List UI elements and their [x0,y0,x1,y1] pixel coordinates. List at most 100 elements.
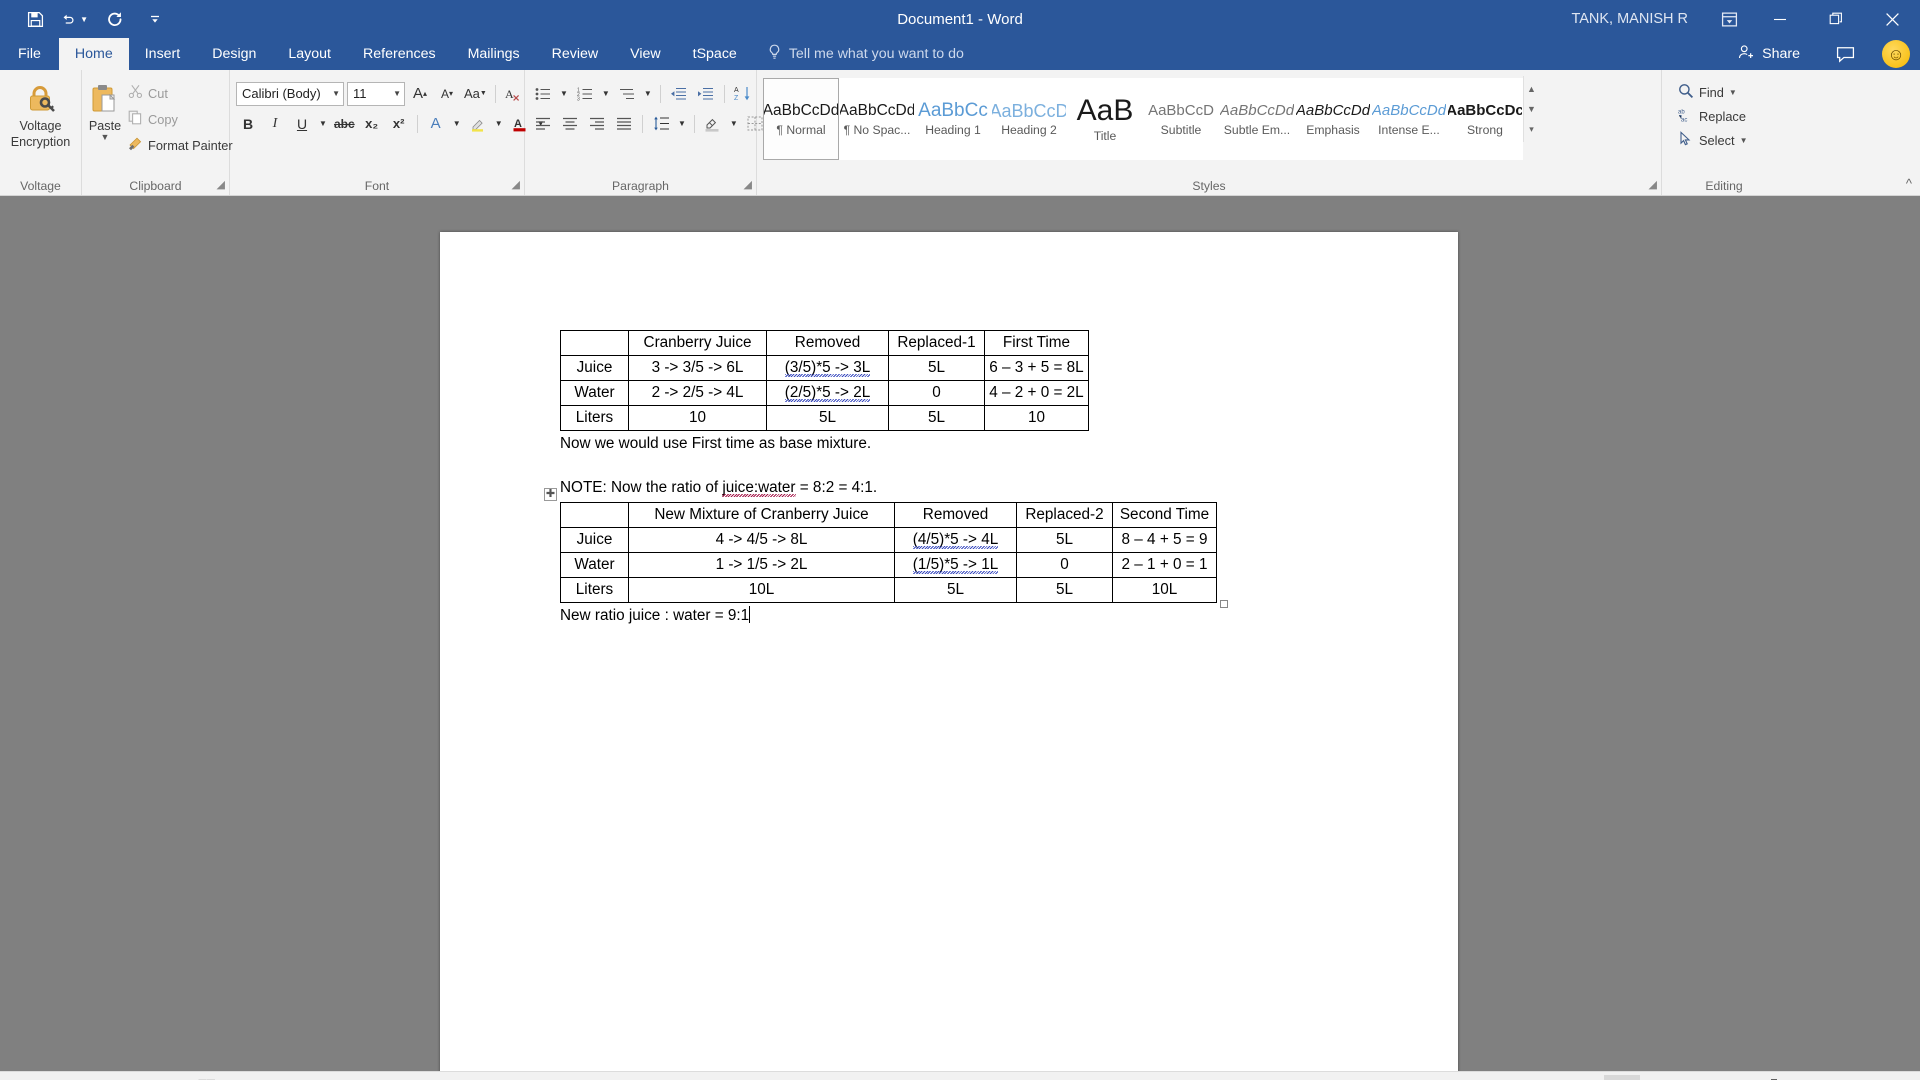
style-item-heading-1[interactable]: AaBbCc Heading 1 [915,78,991,160]
cell-value[interactable]: 8 – 4 + 5 = 9 [1113,528,1217,553]
align-left-icon[interactable] [531,112,555,136]
line-spacing-dropdown-icon[interactable]: ▼ [676,112,688,136]
font-size-combo[interactable]: 11 ▼ [347,82,405,106]
cell-header-blank[interactable] [561,331,629,356]
print-layout-icon[interactable] [1604,1075,1640,1080]
style-item-heading-2[interactable]: AaBbCcD Heading 2 [991,78,1067,160]
table-resize-handle[interactable] [1220,600,1228,608]
cell-value[interactable]: 4 -> 4/5 -> 8L [629,528,895,553]
minimize-button[interactable] [1752,0,1808,38]
customize-qat-icon[interactable] [142,6,168,32]
increase-indent-icon[interactable] [694,82,718,106]
close-button[interactable] [1864,0,1920,38]
tab-review[interactable]: Review [536,38,615,70]
paragraph-note-ratio[interactable]: NOTE: Now the ratio of juice:water = 8:2… [560,477,1428,499]
ribbon-display-options-icon[interactable] [1706,0,1752,38]
restore-button[interactable] [1808,0,1864,38]
style-item-normal[interactable]: AaBbCcDd ¶ Normal [763,78,839,160]
chevron-down-icon[interactable]: ▼ [101,134,110,140]
cell-value[interactable]: 10 [985,406,1089,431]
bullets-icon[interactable] [531,82,555,106]
cell-value[interactable]: 4 – 2 + 0 = 2L [985,381,1089,406]
cell-row-label[interactable]: Water [561,553,629,578]
cell-header-replaced-2[interactable]: Replaced-2 [1017,503,1113,528]
cell-header-removed[interactable]: Removed [895,503,1017,528]
cell-value[interactable]: 10L [629,578,895,603]
cell-value[interactable]: 2 -> 2/5 -> 4L [629,381,767,406]
superscript-icon[interactable]: x² [387,112,411,136]
tab-design[interactable]: Design [196,38,272,70]
underline-dropdown-icon[interactable]: ▼ [317,112,329,136]
document-canvas[interactable]: Cranberry Juice Removed Replaced-1 First… [0,196,1920,1071]
style-item-intense-emphasis[interactable]: AaBbCcDd Intense E... [1371,78,1447,160]
table-move-handle[interactable]: ✚ [544,488,557,501]
cell-value[interactable]: 5L [767,406,889,431]
cell-value[interactable]: 10 [629,406,767,431]
text-effects-dropdown-icon[interactable]: ▼ [451,112,463,136]
cell-value[interactable]: 0 [1017,553,1113,578]
grow-font-icon[interactable]: A▴ [408,82,432,106]
table-row[interactable]: Liters 10 5L 5L 10 [561,406,1089,431]
cell-row-label[interactable]: Juice [561,356,629,381]
multilevel-list-icon[interactable] [615,82,639,106]
document-body[interactable]: Cranberry Juice Removed Replaced-1 First… [560,330,1428,627]
cell-value[interactable]: (3/5)*5 -> 3L [767,356,889,381]
text-highlight-icon[interactable] [466,112,490,136]
cell-row-label[interactable]: Liters [561,578,629,603]
cell-value[interactable]: 10L [1113,578,1217,603]
redo-icon[interactable] [102,6,128,32]
cell-value[interactable]: 0 [889,381,985,406]
cell-value[interactable]: (4/5)*5 -> 4L [895,528,1017,553]
align-center-icon[interactable] [558,112,582,136]
cell-value[interactable]: (2/5)*5 -> 2L [767,381,889,406]
cell-value[interactable]: 1 -> 1/5 -> 2L [629,553,895,578]
paragraph-base-mixture[interactable]: Now we would use First time as base mixt… [560,433,1428,455]
styles-scroll-up-icon[interactable]: ▲ [1524,79,1539,99]
cell-value[interactable]: 5L [1017,528,1113,553]
cell-header-new-mixture[interactable]: New Mixture of Cranberry Juice [629,503,895,528]
cell-header-cranberry-juice[interactable]: Cranberry Juice [629,331,767,356]
shading-icon[interactable] [701,112,725,136]
voltage-encryption-button[interactable]: Voltage Encryption [6,77,75,149]
cell-value[interactable]: 5L [1017,578,1113,603]
find-button[interactable]: Find ▼ [1674,80,1752,104]
cell-value[interactable]: 5L [889,356,985,381]
align-right-icon[interactable] [585,112,609,136]
cell-header-replaced-1[interactable]: Replaced-1 [889,331,985,356]
cell-header-blank[interactable] [561,503,629,528]
italic-icon[interactable]: I [263,112,287,136]
user-account-name[interactable]: TANK, MANISH R [1571,11,1688,27]
style-item-subtle-emphasis[interactable]: AaBbCcDd Subtle Em... [1219,78,1295,160]
cell-header-removed[interactable]: Removed [767,331,889,356]
cell-row-label[interactable]: Water [561,381,629,406]
numbering-dropdown-icon[interactable]: ▼ [600,82,612,106]
table-row[interactable]: Juice 4 -> 4/5 -> 8L (4/5)*5 -> 4L 5L 8 … [561,528,1217,553]
text-effects-icon[interactable]: A [424,112,448,136]
share-button[interactable]: Share [1730,44,1808,64]
table-second-mixture[interactable]: New Mixture of Cranberry Juice Removed R… [560,502,1217,603]
clear-formatting-icon[interactable]: A [502,82,526,106]
multilevel-list-dropdown-icon[interactable]: ▼ [642,82,654,106]
justify-icon[interactable] [612,112,636,136]
style-item-subtitle[interactable]: AaBbCcD Subtitle [1143,78,1219,160]
tab-view[interactable]: View [614,38,677,70]
cell-header-first-time[interactable]: First Time [985,331,1089,356]
paste-button[interactable]: Paste ▼ [88,77,122,140]
cell-value[interactable]: 5L [895,578,1017,603]
bullets-dropdown-icon[interactable]: ▼ [558,82,570,106]
underline-icon[interactable]: U [290,112,314,136]
tab-tspace[interactable]: tSpace [677,38,753,70]
cell-value[interactable]: 5L [889,406,985,431]
numbering-icon[interactable]: 123 [573,82,597,106]
style-item-strong[interactable]: AaBbCcDc Strong [1447,78,1523,160]
tab-mailings[interactable]: Mailings [452,38,536,70]
comments-icon[interactable] [1822,35,1868,73]
tab-insert[interactable]: Insert [129,38,196,70]
select-button[interactable]: Select ▼ [1674,128,1752,152]
font-name-combo[interactable]: Calibri (Body) ▼ [236,82,344,106]
table-row[interactable]: Water 2 -> 2/5 -> 4L (2/5)*5 -> 2L 0 4 –… [561,381,1089,406]
undo-icon[interactable]: ▼ [62,6,88,32]
cell-value[interactable]: 3 -> 3/5 -> 6L [629,356,767,381]
sort-icon[interactable]: AZ [731,82,755,106]
cell-row-label[interactable]: Liters [561,406,629,431]
